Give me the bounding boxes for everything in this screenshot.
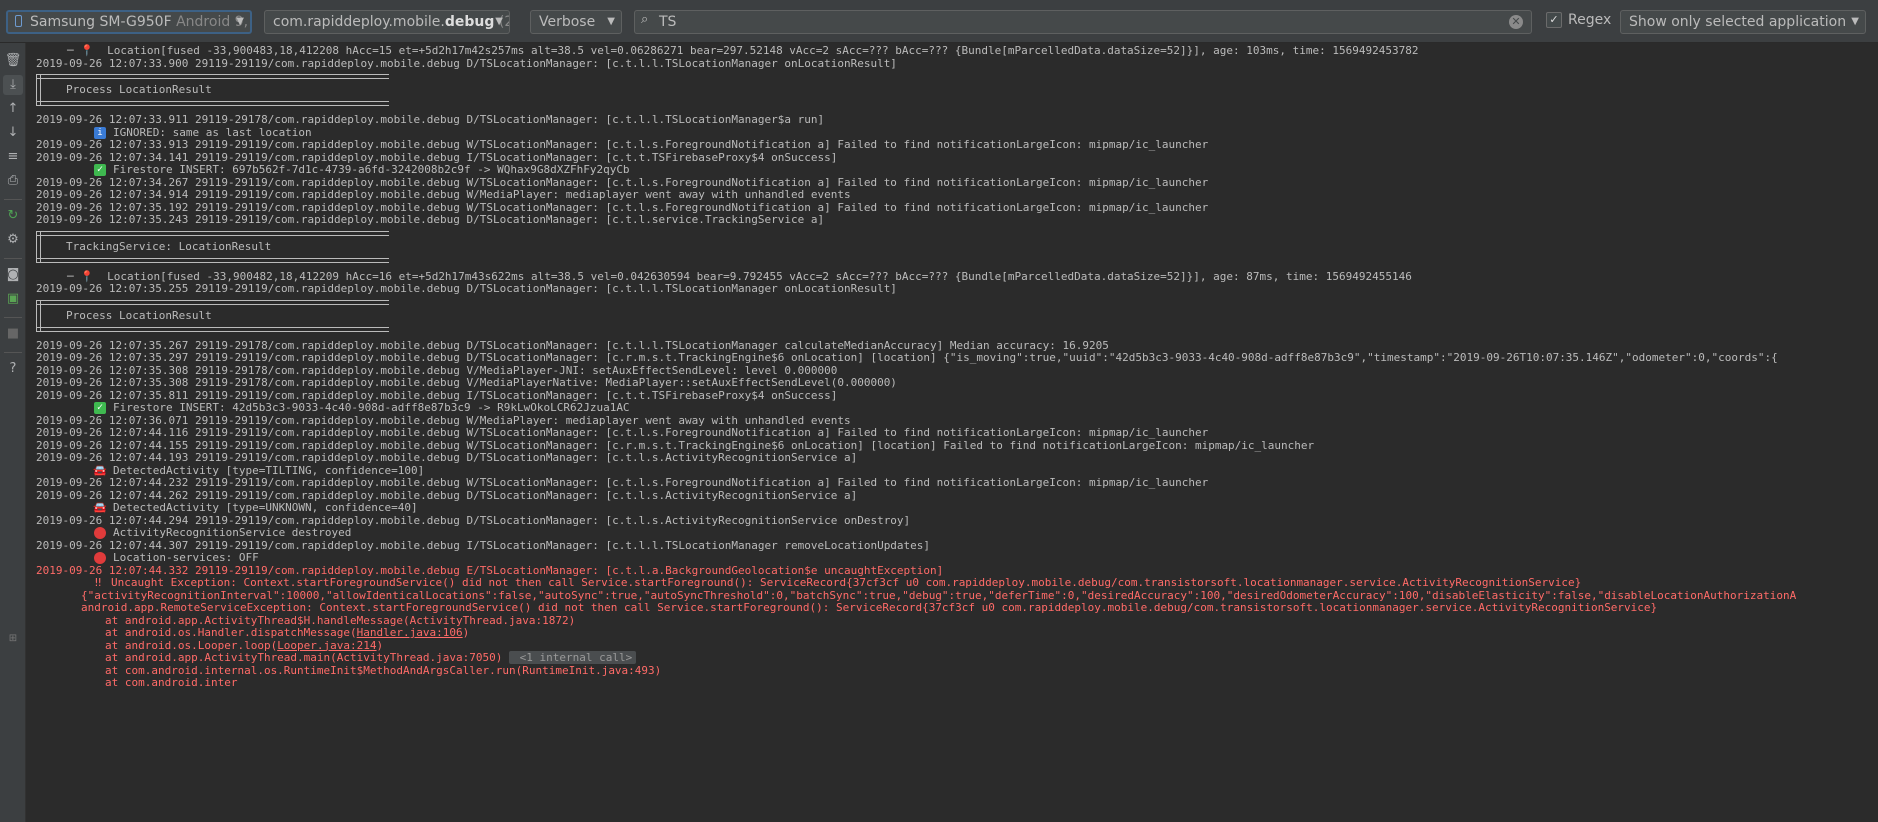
search-input-value[interactable]: TS: [659, 14, 676, 30]
checkbox-check-icon[interactable]: ✓: [1546, 12, 1562, 28]
soft-wrap-icon[interactable]: ≡: [3, 147, 23, 167]
fold-icon[interactable]: ⊞: [3, 629, 23, 649]
settings-icon[interactable]: ⚙: [3, 230, 23, 250]
log-line: at com.android.inter: [105, 675, 237, 690]
chevron-down-icon: ▼: [236, 16, 244, 27]
log-line-text: 2019-09-26 12:07:35.255 29119-29119/com.…: [36, 282, 897, 295]
clear-search-icon[interactable]: ✕: [1509, 15, 1523, 29]
logcat-toolbar: Samsung SM-G950F Android 9, ▼ com.rapidd…: [0, 0, 1878, 43]
log-banner-text: Process LocationResult: [66, 83, 212, 96]
log-banner-text: Process LocationResult: [66, 308, 212, 322]
chevron-down-icon: ▼: [1851, 16, 1859, 27]
log-banner-box: Process LocationResult: [36, 299, 389, 332]
log-level-value: Verbose: [539, 14, 596, 30]
app-package-prefix: com.rapiddeploy.mobile.: [273, 14, 445, 30]
help-icon[interactable]: ?: [3, 359, 23, 379]
print-icon[interactable]: ⎙: [3, 171, 23, 191]
chevron-down-icon: ▼: [495, 16, 503, 27]
trash-icon[interactable]: 🗑: [3, 51, 23, 71]
search-icon: ⌕: [641, 12, 649, 27]
logcat-output[interactable]: ─ 📍 Location[fused -33,900483,18,412208 …: [27, 43, 1878, 822]
regex-label: Regex: [1568, 12, 1612, 28]
logcat-side-toolbar: 🗑 ⤓ ↑ ↓ ≡ ⎙ ↻ ⚙ ◙ ▣ ■ ? ⊞: [0, 43, 26, 822]
log-banner-text: TrackingService: LocationResult: [66, 239, 272, 253]
process-selector[interactable]: com.rapiddeploy.mobile.debug (29 ▼: [264, 10, 510, 34]
up-arrow-icon[interactable]: ↑: [3, 99, 23, 119]
app-package-bold: debug: [444, 14, 495, 30]
log-level-selector[interactable]: Verbose ▼: [530, 10, 622, 34]
search-field[interactable]: ⌕ TS ✕: [634, 10, 1532, 34]
filter-selector[interactable]: Show only selected application ▼: [1620, 10, 1866, 34]
phone-icon: [15, 15, 22, 27]
stop-icon[interactable]: ■: [3, 324, 23, 344]
device-name: Samsung SM-G950F: [30, 14, 172, 30]
regex-checkbox[interactable]: ✓ Regex: [1546, 12, 1611, 32]
down-arrow-icon[interactable]: ↓: [3, 123, 23, 143]
screenshot-icon[interactable]: ◙: [3, 265, 23, 285]
restart-icon[interactable]: ↻: [3, 206, 23, 226]
log-line-text: 2019-09-26 12:07:33.900 29119-29119/com.…: [36, 56, 897, 70]
stack-text: ): [462, 626, 470, 639]
log-banner-box: TrackingService: LocationResult: [36, 230, 389, 263]
log-line: 2019-09-26 12:07:35.243 29119-29119/com.…: [36, 212, 824, 227]
filter-value: Show only selected application: [1629, 14, 1847, 30]
chevron-down-icon: ▼: [607, 16, 615, 27]
log-banner-box: Process LocationResult: [36, 74, 389, 106]
log-line: 2019-09-26 12:07:33.900 29119-29119/com.…: [36, 56, 897, 71]
log-line-text: 2019-09-26 12:07:35.243 29119-29119/com.…: [36, 213, 825, 226]
scroll-to-end-icon[interactable]: ⤓: [3, 75, 23, 95]
log-line: 2019-09-26 12:07:35.255 29119-29119/com.…: [36, 281, 897, 296]
screen-record-icon[interactable]: ▣: [3, 289, 23, 309]
stack-text: at com.android.inter: [105, 676, 238, 689]
device-selector[interactable]: Samsung SM-G950F Android 9, ▼: [6, 10, 252, 34]
